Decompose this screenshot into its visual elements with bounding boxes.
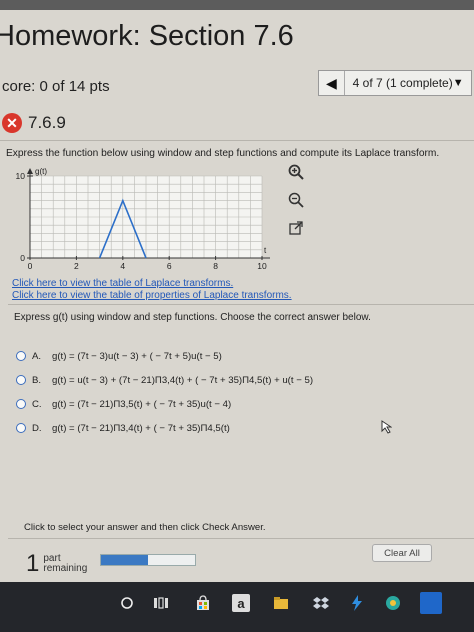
answer-option-b[interactable]: B. g(t) = u(t − 3) + (7t − 21)Π3,4(t) + … (16, 368, 313, 392)
x-tick-label: 2 (74, 261, 79, 271)
zoom-out-icon (288, 192, 304, 208)
x-tick-label: 6 (167, 261, 172, 271)
x-axis-label: t (264, 246, 267, 255)
previous-question-button[interactable]: ◀ (319, 71, 345, 95)
y-axis-label: g(t) (35, 167, 47, 176)
dropbox-icon[interactable] (312, 594, 330, 612)
progress-bar (100, 554, 196, 566)
option-letter: B. (32, 374, 42, 386)
answer-option-d[interactable]: D. g(t) = (7t − 21)Π3,4(t) + ( − 7t + 35… (16, 416, 313, 440)
answer-option-c[interactable]: C. g(t) = (7t − 21)Π3,5(t) + ( − 7t + 35… (16, 392, 313, 416)
radio-button[interactable] (16, 399, 26, 409)
x-tick-label: 0 (28, 261, 33, 271)
y-axis-arrow (27, 168, 33, 174)
laplace-properties-link[interactable]: Click here to view the table of properti… (12, 290, 292, 301)
function-graph: g(t) t 0 2 4 6 8 10 0 10 (16, 167, 270, 271)
option-text: g(t) = (7t − 21)Π3,5(t) + ( − 7t + 35)u(… (52, 398, 232, 410)
mouse-cursor-icon (381, 420, 392, 434)
radio-button[interactable] (16, 351, 26, 361)
remaining-label-line2: remaining (43, 563, 88, 574)
x-tick-label: 8 (213, 261, 218, 271)
option-letter: A. (32, 350, 42, 362)
option-letter: C. (32, 398, 42, 410)
browser-top-strip (0, 0, 474, 10)
problem-instruction: Express the function below using window … (6, 148, 440, 159)
zoom-in-button[interactable] (286, 162, 306, 182)
divider (8, 538, 474, 539)
option-text: g(t) = u(t − 3) + (7t − 21)Π3,4(t) + ( −… (52, 374, 314, 386)
y-tick-label: 10 (16, 171, 26, 181)
question-navigator[interactable]: ◀ 4 of 7 (1 complete) ▼ (318, 70, 472, 96)
zoom-out-button[interactable] (286, 190, 306, 210)
file-explorer-icon[interactable] (272, 594, 290, 612)
problem-number: 7.6.9 (28, 113, 66, 132)
question-prompt: Express g(t) using window and step funct… (14, 312, 371, 323)
option-text: g(t) = (7t − 21)Π3,4(t) + ( − 7t + 35)Π4… (52, 422, 230, 434)
open-external-button[interactable] (286, 218, 306, 238)
search-circle-icon[interactable] (118, 594, 136, 612)
answer-option-a[interactable]: A. g(t) = (7t − 3)u(t − 3) + ( − 7t + 5)… (16, 344, 313, 368)
option-text: g(t) = (7t − 3)u(t − 3) + ( − 7t + 5)u(t… (52, 350, 222, 362)
question-position-label[interactable]: 4 of 7 (1 complete) (345, 76, 453, 90)
remaining-label: part remaining (43, 554, 87, 574)
x-tick-label: 4 (120, 261, 125, 271)
incorrect-icon: ✕ (2, 113, 22, 133)
radio-button[interactable] (16, 423, 26, 433)
active-app-icon[interactable] (420, 592, 442, 614)
progress-fill (101, 555, 148, 565)
score-text: core: 0 of 14 pts (2, 78, 110, 95)
laplace-table-link[interactable]: Click here to view the table of Laplace … (12, 278, 233, 289)
chevron-down-icon: ▼ (452, 77, 464, 89)
footer-instruction: Click to select your answer and then cli… (24, 522, 266, 533)
problem-header: ✕ 7.6.9 (0, 112, 66, 134)
app-icon[interactable] (384, 594, 402, 612)
remaining-count: 1 (26, 550, 40, 577)
answer-options: A. g(t) = (7t − 3)u(t − 3) + ( − 7t + 5)… (16, 344, 313, 440)
chevron-left-icon: ◀ (325, 74, 337, 91)
bolt-app-icon[interactable] (348, 594, 366, 612)
y-tick-label: 0 (20, 253, 25, 263)
clear-all-button[interactable]: Clear All (372, 544, 432, 562)
page-title: Homework: Section 7.6 (0, 20, 294, 52)
option-letter: D. (32, 422, 42, 434)
external-link-icon (289, 221, 303, 235)
divider (8, 304, 474, 305)
amazon-icon[interactable]: a (232, 594, 250, 612)
divider (0, 140, 474, 141)
radio-button[interactable] (16, 375, 26, 385)
parts-remaining: 1 part remaining (26, 550, 87, 578)
store-icon[interactable] (194, 594, 212, 612)
graph-tools (286, 162, 308, 246)
question-dropdown-button[interactable]: ▼ (453, 77, 471, 89)
x-tick-label: 10 (257, 261, 267, 271)
zoom-in-icon (288, 164, 304, 180)
task-view-icon[interactable] (152, 594, 170, 612)
